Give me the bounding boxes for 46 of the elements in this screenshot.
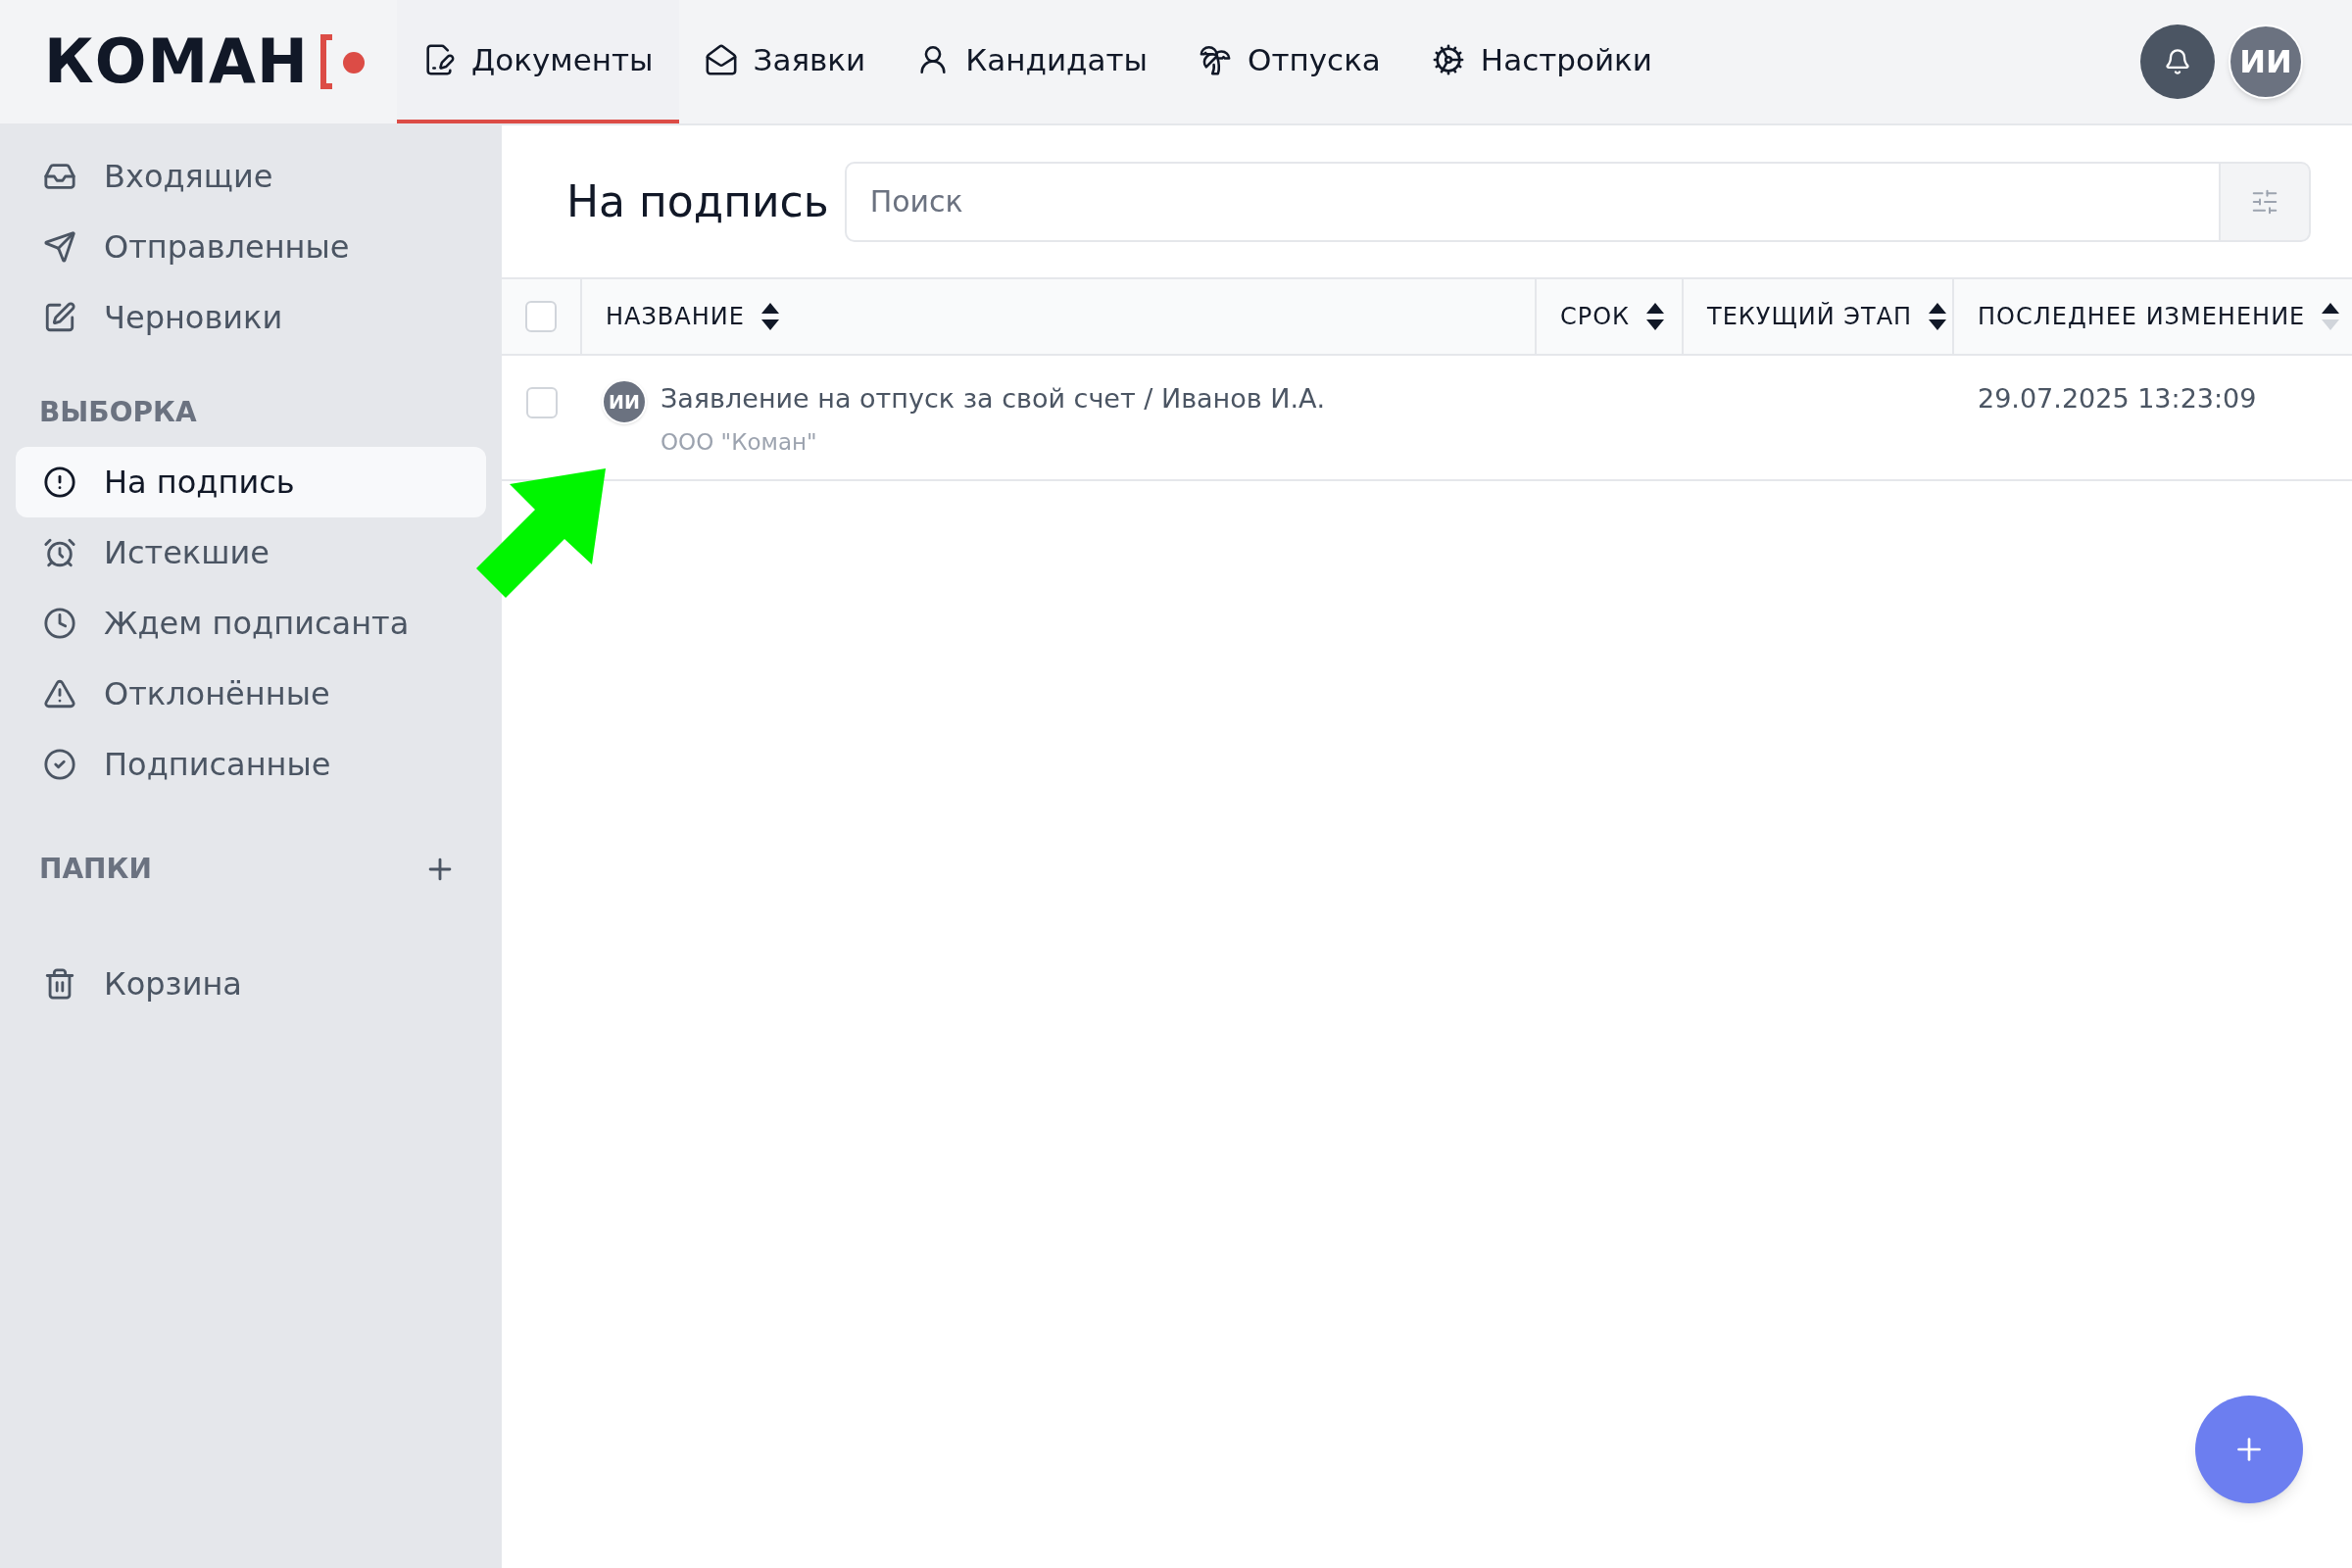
table-cell: 29.07.2025 13:23:09 xyxy=(1978,383,2257,414)
palm-tree-icon xyxy=(1199,43,1232,76)
logo-text: КОМАН xyxy=(44,31,309,92)
sort-icon[interactable] xyxy=(760,302,780,331)
sort-icon[interactable] xyxy=(2321,302,2341,331)
trash-icon xyxy=(43,967,76,1001)
clock-icon xyxy=(43,607,76,640)
section-heading: ВЫБОРКА xyxy=(38,395,198,430)
author-avatar: ИИ xyxy=(602,379,647,424)
warning-triangle-icon xyxy=(43,677,76,710)
column-header[interactable]: НАЗВАНИЕ xyxy=(606,299,745,334)
checkbox[interactable] xyxy=(525,301,557,332)
paper-plane-icon xyxy=(43,230,76,264)
checkbox[interactable] xyxy=(526,387,558,418)
nav-tab[interactable]: Отпуска xyxy=(1173,0,1406,123)
nav-tab[interactable]: Заявки xyxy=(678,0,892,123)
sort-icon[interactable] xyxy=(1645,302,1666,331)
sidebar-item[interactable]: Черновики xyxy=(16,282,486,353)
organization-name: ООО "Коман" xyxy=(661,427,818,457)
search-field[interactable]: Поиск xyxy=(844,161,2221,242)
sort-icon[interactable] xyxy=(1928,302,1948,331)
section-heading: ПАПКИ xyxy=(39,852,152,887)
column-header[interactable]: ТЕКУЩИЙ ЭТАП xyxy=(1707,299,1913,334)
sidebar-item[interactable]: Входящие xyxy=(16,141,486,212)
column-header[interactable]: ПОСЛЕДНЕЕ ИЗМЕНЕНИЕ xyxy=(1978,299,2306,334)
user-avatar[interactable]: ИИ xyxy=(2229,24,2303,99)
envelope-icon xyxy=(704,43,738,76)
bell-icon xyxy=(2164,48,2191,75)
sidebar-item[interactable]: Истекшие xyxy=(16,517,486,588)
exclamation-circle-icon xyxy=(43,466,76,499)
page-title: На подпись xyxy=(566,174,829,228)
pen-square-icon xyxy=(43,301,76,334)
column-header[interactable]: СРОК xyxy=(1560,299,1631,334)
pointer-arrow-icon xyxy=(474,466,608,598)
sidebar-item[interactable]: Подписанные xyxy=(16,729,486,800)
nav-tab[interactable]: Настройки xyxy=(1405,0,1678,123)
alarm-clock-icon xyxy=(43,536,76,569)
nav-tab[interactable]: Кандидаты xyxy=(891,0,1173,123)
check-circle-icon xyxy=(43,748,76,781)
sidebar-item[interactable]: Отклонённые xyxy=(16,659,486,729)
sidebar-item[interactable]: Корзина xyxy=(16,949,486,1019)
document-title[interactable]: Заявление на отпуск за свой счет / Иванов И.А. xyxy=(661,379,1326,419)
sidebar-item[interactable]: На подпись xyxy=(16,447,486,517)
sidebar-item[interactable]: Отправленные xyxy=(16,212,486,282)
logo-mark-icon xyxy=(318,32,368,91)
sidebar-item[interactable]: Ждем подписанта xyxy=(16,588,486,659)
